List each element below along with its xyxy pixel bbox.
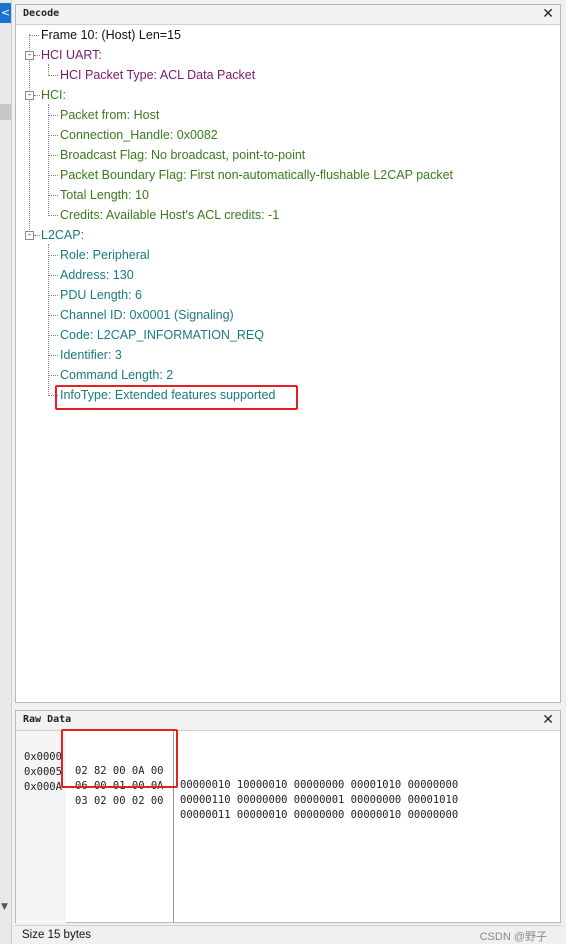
tree-connector [48,335,58,336]
raw-binary-bytes[interactable]: 00000010 10000010 00000000 00001010 0000… [180,778,458,792]
frame-summary[interactable]: Frame 10: (Host) Len=15 [41,27,181,43]
tree-leaf-address[interactable]: Address: 130 [60,267,134,283]
tree-connector [48,244,49,396]
raw-data-row[interactable]: 0x000A 03 02 00 02 00 00000011 00000010 … [20,766,458,836]
tree-connector [48,155,58,156]
tree-connector [48,275,58,276]
tree-leaf-code[interactable]: Code: L2CAP_INFORMATION_REQ [60,327,264,343]
tree-node-l2cap[interactable]: L2CAP: [41,227,84,243]
raw-binary-bytes[interactable]: 00000011 00000010 00000000 00000010 0000… [180,808,458,822]
tree-leaf-credits[interactable]: Credits: Available Host's ACL credits: -… [60,207,279,223]
tree-connector [48,104,49,216]
tree-connector [48,295,58,296]
tree-leaf-channel-id[interactable]: Channel ID: 0x0001 (Signaling) [60,307,234,323]
tree-leaf-command-length[interactable]: Command Length: 2 [60,367,173,383]
raw-data-panel: Raw Data ✕ 0x0000 02 82 00 0A 00 0000001… [15,710,561,923]
tree-connector [48,195,58,196]
tree-connector [48,215,58,216]
tree-leaf-total-length[interactable]: Total Length: 10 [60,187,149,203]
decode-tree: Frame 10: (Host) Len=15 - HCI UART: HCI … [16,25,560,703]
raw-data-view[interactable]: 0x0000 02 82 00 0A 00 00000010 10000010 … [16,729,560,923]
size-status: Size 15 bytes [22,929,92,941]
infotype-highlight-box [55,385,298,410]
left-dock-strip: < ▼ [0,0,12,944]
decode-panel-title: Decode [23,8,60,19]
credit-watermark: CSDN @野子 [479,931,547,943]
scroll-down-icon[interactable]: ▼ [1,902,8,912]
close-icon[interactable]: ✕ [542,712,554,728]
tree-connector [48,115,58,116]
raw-offset: 0x000A [24,781,62,793]
expand-left-icon[interactable]: < [0,3,11,23]
tree-leaf-pdu-length[interactable]: PDU Length: 6 [60,287,142,303]
raw-binary-bytes[interactable]: 00000110 00000000 00000001 00000000 0000… [180,793,458,807]
tree-connector [48,135,58,136]
tree-connector [29,35,39,36]
decode-panel-header: Decode ✕ [16,5,560,25]
tree-connector [48,175,58,176]
hex-bytes-highlight-box [61,729,178,788]
raw-hex-bytes[interactable]: 03 02 00 02 00 [75,794,164,808]
left-dock-tab[interactable] [0,104,11,120]
collapse-icon[interactable]: - [25,231,34,240]
tree-connector [48,75,58,76]
tree-connector [29,34,30,234]
tree-leaf-packet-from[interactable]: Packet from: Host [60,107,159,123]
tree-connector [34,235,40,236]
tree-connector [34,55,40,56]
tree-connector [48,255,58,256]
tree-leaf-identifier[interactable]: Identifier: 3 [60,347,122,363]
raw-data-panel-header: Raw Data ✕ [16,711,560,731]
status-bar: Size 15 bytes CSDN @野子 [15,925,561,944]
decode-panel: Decode ✕ Frame 10: (Host) Len=15 - HCI U… [15,4,561,703]
tree-leaf-connection-handle[interactable]: Connection_Handle: 0x0082 [60,127,218,143]
tree-leaf-role[interactable]: Role: Peripheral [60,247,150,263]
tree-connector [34,95,40,96]
tree-leaf-packet-boundary-flag[interactable]: Packet Boundary Flag: First non-automati… [60,167,453,183]
tree-leaf-broadcast-flag[interactable]: Broadcast Flag: No broadcast, point-to-p… [60,147,305,163]
tree-node-hci-uart[interactable]: HCI UART: [41,47,102,63]
tree-connector [48,355,58,356]
raw-data-panel-title: Raw Data [23,714,72,725]
tree-leaf-hci-packet-type[interactable]: HCI Packet Type: ACL Data Packet [60,67,255,83]
collapse-icon[interactable]: - [25,91,34,100]
tree-connector [48,375,58,376]
close-icon[interactable]: ✕ [542,6,554,22]
collapse-icon[interactable]: - [25,51,34,60]
tree-node-hci[interactable]: HCI: [41,87,66,103]
tree-connector [48,315,58,316]
